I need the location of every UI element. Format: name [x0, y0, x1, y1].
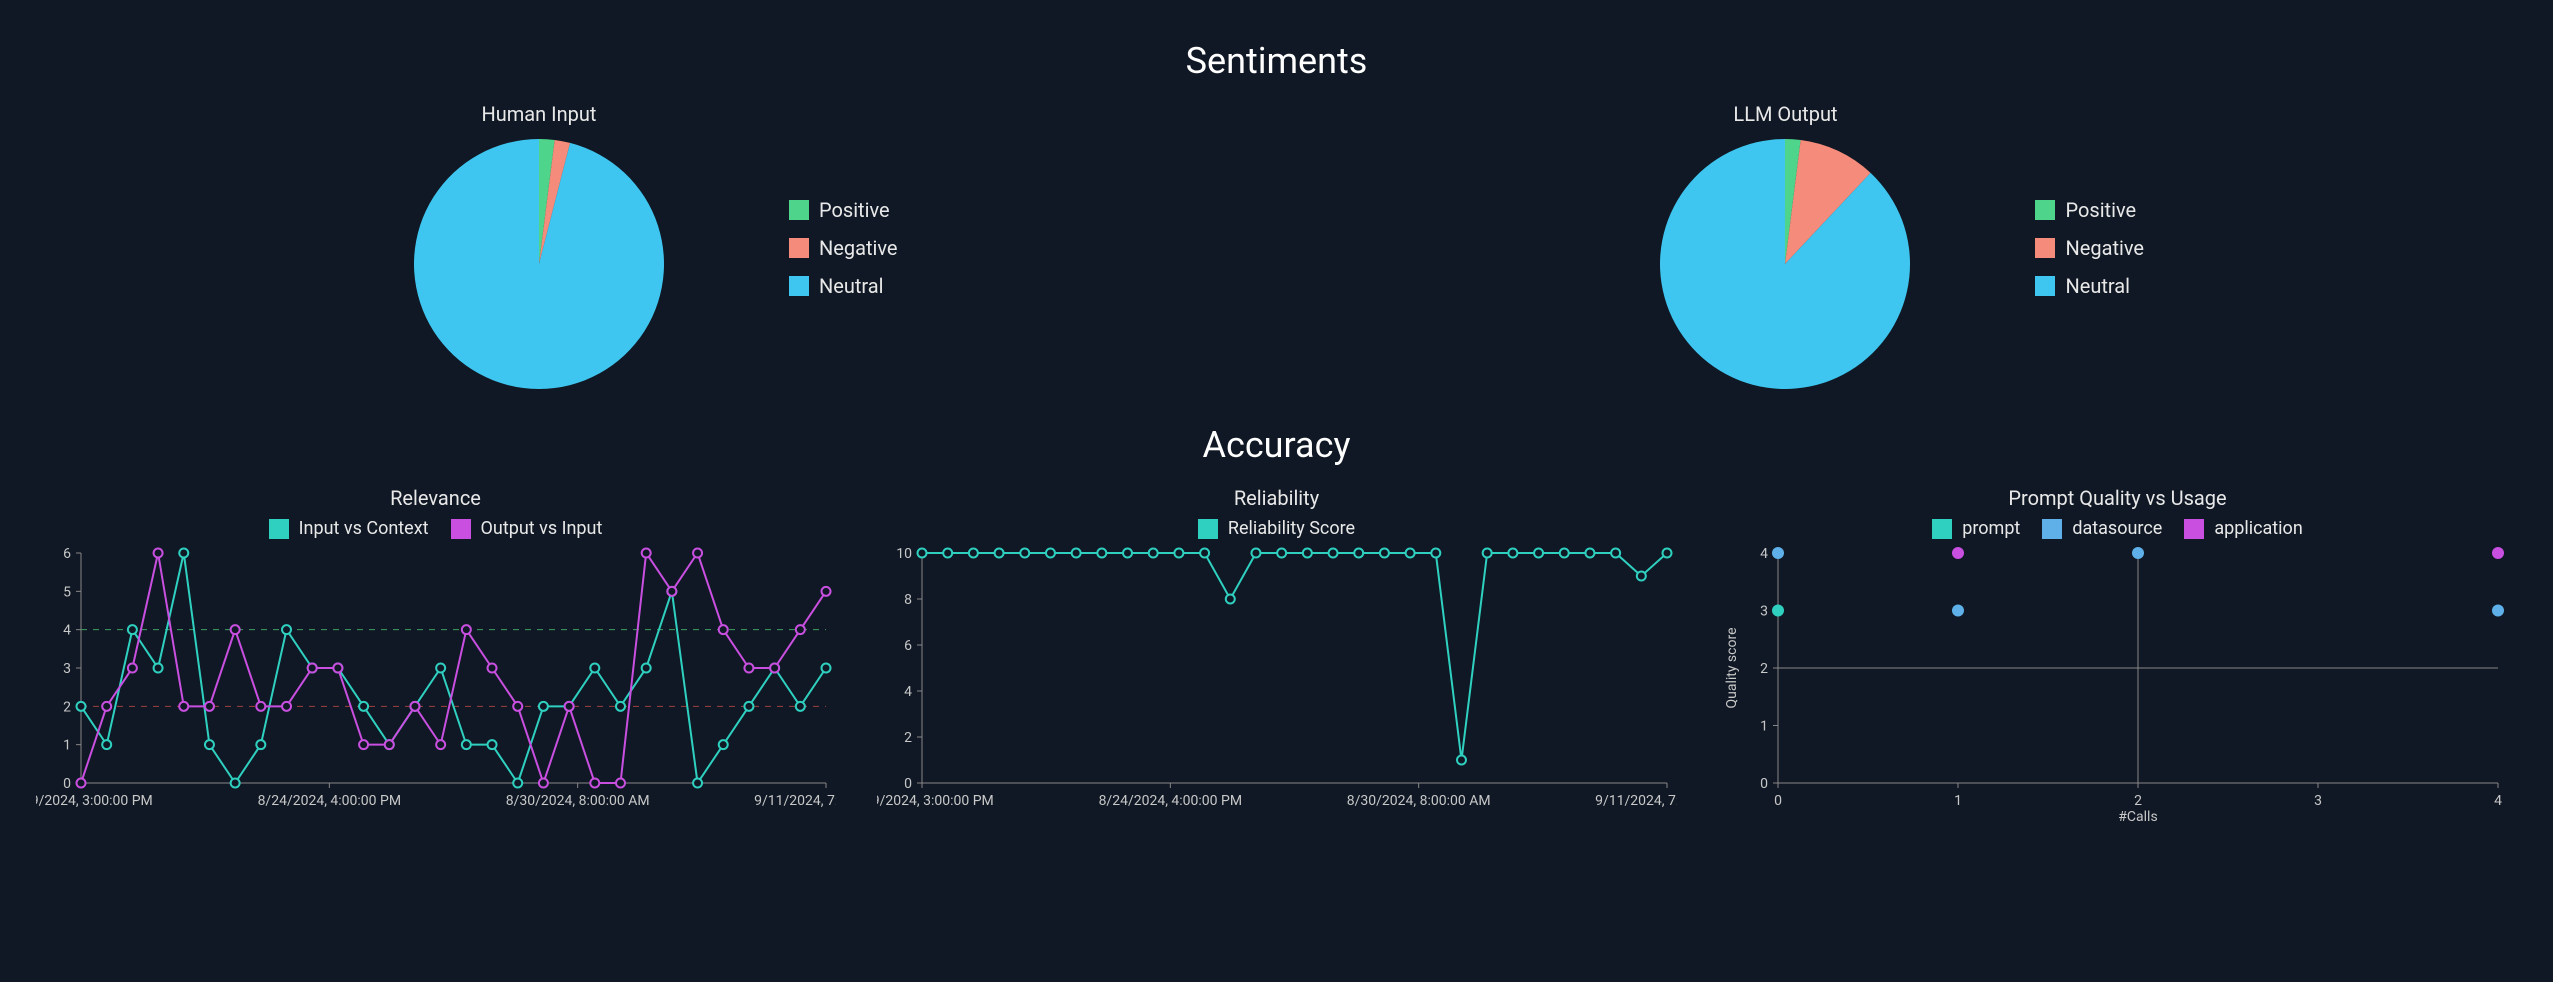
svg-text:1: 1	[63, 738, 71, 754]
legend-item-neutral[interactable]: Neutral	[789, 274, 898, 298]
legend-item-prompt[interactable]: prompt	[1932, 518, 2020, 539]
pie-title-llm: LLM Output	[1733, 102, 1837, 126]
legend-quality: prompt datasource application	[1932, 518, 2303, 539]
svg-text:3/19/2024, 3:00:00 PM: 3/19/2024, 3:00:00 PM	[36, 793, 153, 809]
svg-text:9/11/2024, 7:00:00 AM: 9/11/2024, 7:00:00 AM	[1595, 793, 1677, 809]
swatch-application	[2184, 519, 2204, 539]
svg-text:1: 1	[1954, 793, 1962, 809]
svg-text:2: 2	[63, 699, 71, 715]
chart-title-quality: Prompt Quality vs Usage	[2008, 486, 2226, 510]
svg-text:1: 1	[1760, 719, 1768, 735]
svg-text:3: 3	[63, 661, 71, 677]
pie-block-llm: LLM Output Positive Negative Neutral	[1655, 102, 2144, 394]
legend-sentiments-human: Positive Negative Neutral	[789, 198, 898, 298]
chart-block-reliability: Reliability Reliability Score 0 2 4 6 8 10 3/1…	[871, 486, 1682, 823]
svg-text:9/11/2024, 7:00:00 AM: 9/11/2024, 7:00:00 AM	[754, 793, 836, 809]
svg-text:4: 4	[904, 684, 912, 700]
swatch-positive	[789, 200, 809, 220]
svg-text:8: 8	[904, 592, 912, 608]
legend-item-negative[interactable]: Negative	[789, 236, 898, 260]
accuracy-row: Relevance Input vs Context Output vs Inp…	[30, 486, 2523, 823]
legend-item-negative[interactable]: Negative	[2035, 236, 2144, 260]
chart-block-relevance: Relevance Input vs Context Output vs Inp…	[30, 486, 841, 823]
swatch-neutral	[789, 276, 809, 296]
svg-text:8/24/2024, 4:00:00 PM: 8/24/2024, 4:00:00 PM	[1098, 793, 1242, 809]
swatch-teal	[269, 519, 289, 539]
swatch-negative	[2035, 238, 2055, 258]
svg-text:3/19/2024, 3:00:00 PM: 3/19/2024, 3:00:00 PM	[877, 793, 994, 809]
legend-item-neutral[interactable]: Neutral	[2035, 274, 2144, 298]
chart-title-relevance: Relevance	[390, 486, 481, 510]
svg-text:4: 4	[63, 623, 71, 639]
accuracy-title: Accuracy	[30, 424, 2523, 466]
svg-text:3: 3	[1760, 604, 1768, 620]
svg-text:0: 0	[904, 776, 912, 792]
swatch-positive	[2035, 200, 2055, 220]
pie-title-human: Human Input	[481, 102, 596, 126]
svg-text:6: 6	[63, 546, 71, 562]
svg-text:8/30/2024, 8:00:00 AM: 8/30/2024, 8:00:00 AM	[505, 793, 649, 809]
legend-item-outputin[interactable]: Output vs Input	[451, 518, 603, 539]
legend-reliability: Reliability Score	[1198, 518, 1355, 539]
legend-item-positive[interactable]: Positive	[789, 198, 898, 222]
pie-block-human: Human Input Positive Negative Neutral	[409, 102, 898, 394]
swatch-prompt	[1932, 519, 1952, 539]
svg-text:4: 4	[1760, 546, 1768, 562]
swatch-magenta	[451, 519, 471, 539]
legend-item-datasource[interactable]: datasource	[2042, 518, 2162, 539]
svg-text:0: 0	[63, 776, 71, 792]
svg-text:8/24/2024, 4:00:00 PM: 8/24/2024, 4:00:00 PM	[257, 793, 401, 809]
svg-text:4: 4	[2494, 793, 2502, 809]
chart-reliability: 0 2 4 6 8 10 3/19/2024, 3:00:00 PM 8/24/2024, 4…	[877, 543, 1677, 823]
chart-relevance: 0 1 2 3 4 5 6 3/19/2024, 3:00:00 PM 8/24/2024, 4…	[36, 543, 836, 823]
legend-sentiments-llm: Positive Negative Neutral	[2035, 198, 2144, 298]
swatch-neutral	[2035, 276, 2055, 296]
svg-text:5: 5	[63, 584, 71, 600]
pie-chart-llm	[1655, 134, 1915, 394]
svg-text:0: 0	[1774, 793, 1782, 809]
svg-text:2: 2	[2134, 793, 2142, 809]
svg-text:3: 3	[2314, 793, 2322, 809]
swatch-negative	[789, 238, 809, 258]
legend-item-application[interactable]: application	[2184, 518, 2302, 539]
legend-item-inputctx[interactable]: Input vs Context	[269, 518, 429, 539]
swatch-teal	[1198, 519, 1218, 539]
svg-text:8/30/2024, 8:00:00 AM: 8/30/2024, 8:00:00 AM	[1346, 793, 1490, 809]
chart-block-quality: Prompt Quality vs Usage prompt datasourc…	[1712, 486, 2523, 823]
svg-text:#Calls: #Calls	[2118, 809, 2157, 823]
swatch-datasource	[2042, 519, 2062, 539]
pie-chart-human	[409, 134, 669, 394]
svg-text:10: 10	[896, 546, 912, 562]
sentiments-title: Sentiments	[30, 40, 2523, 82]
svg-text:2: 2	[1760, 661, 1768, 677]
svg-text:Quality score: Quality score	[1724, 627, 1740, 708]
legend-item-reliability[interactable]: Reliability Score	[1198, 518, 1355, 539]
svg-text:6: 6	[904, 638, 912, 654]
chart-quality: 0 1 2 3 4 0 1 2 3 4 #Calls Quality score	[1718, 543, 2518, 823]
legend-relevance: Input vs Context Output vs Input	[269, 518, 603, 539]
chart-title-reliability: Reliability	[1234, 486, 1319, 510]
legend-item-positive[interactable]: Positive	[2035, 198, 2144, 222]
svg-text:2: 2	[904, 730, 912, 746]
svg-text:0: 0	[1760, 776, 1768, 792]
sentiments-row: Human Input Positive Negative Neutral LL…	[30, 102, 2523, 394]
